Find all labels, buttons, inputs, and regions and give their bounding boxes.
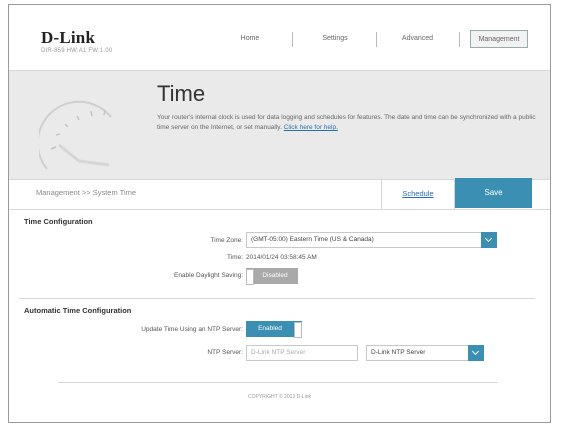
ntp-toggle[interactable]: Enabled xyxy=(246,321,302,338)
page-title: Time xyxy=(157,81,206,106)
time-label: Time: xyxy=(226,254,243,261)
chevron-down-icon xyxy=(481,232,497,248)
ntp-server-select[interactable]: D-Link NTP Server xyxy=(366,345,484,361)
ntp-server-label: NTP Server: xyxy=(207,349,243,356)
auto-time-config-title: Automatic Time Configuration xyxy=(24,306,132,315)
ntp-toggle-label: Update Time Using an NTP Server: xyxy=(141,326,243,333)
schedule-button[interactable]: Schedule xyxy=(381,179,455,209)
description-text: Your router's internal clock is used for… xyxy=(157,114,536,131)
nav-settings[interactable]: Settings xyxy=(305,30,365,48)
clock-icon xyxy=(39,100,112,170)
daylight-saving-label: Enable Daylight Saving: xyxy=(173,272,243,279)
copyright: COPYRIGHT © 2013 D-Link xyxy=(247,394,312,400)
top-nav: Home Settings Advanced Management xyxy=(225,30,530,50)
toggle-knob xyxy=(294,322,302,338)
time-config-title: Time Configuration xyxy=(24,217,93,226)
nav-advanced[interactable]: Advanced xyxy=(385,30,450,48)
breadcrumb: Management >> System Time xyxy=(36,188,137,197)
page-banner: Time Your router's internal clock is use… xyxy=(9,70,550,180)
footer-divider xyxy=(58,382,498,383)
page-description: Your router's internal clock is used for… xyxy=(157,113,547,133)
toggle-knob xyxy=(246,269,254,285)
nav-home[interactable]: Home xyxy=(225,30,275,48)
time-zone-label: Time Zone: xyxy=(210,237,243,244)
model-info: DIR-859 HW:A1 FW:1.00 xyxy=(41,48,113,54)
current-time: 2014/01/24 03:58:45 AM xyxy=(246,254,317,261)
nav-separator xyxy=(459,32,460,47)
logo-text: D-Link xyxy=(41,28,96,47)
dlink-logo[interactable]: D-Link DIR-859 HW:A1 FW:1.00 xyxy=(41,28,112,54)
time-zone-select[interactable]: (GMT-05:00) Eastern Time (US & Canada) xyxy=(246,232,497,248)
nav-separator xyxy=(376,32,377,47)
ntp-server-input[interactable]: D-Link NTP Server xyxy=(246,345,358,361)
time-zone-value: (GMT-05:00) Eastern Time (US & Canada) xyxy=(251,236,374,243)
breadcrumb-bar: Management >> System Time Schedule Save xyxy=(9,178,550,210)
daylight-saving-state: Disabled xyxy=(262,272,288,279)
help-link[interactable]: Click here for help. xyxy=(284,124,338,131)
chevron-down-icon xyxy=(468,345,484,361)
nav-separator xyxy=(292,32,293,47)
save-button[interactable]: Save xyxy=(455,178,532,208)
nav-management[interactable]: Management xyxy=(470,30,528,48)
ntp-toggle-state: Enabled xyxy=(258,325,282,332)
ntp-server-select-value: D-Link NTP Server xyxy=(371,349,426,356)
section-divider xyxy=(19,298,535,299)
daylight-saving-toggle[interactable]: Disabled xyxy=(246,268,298,285)
